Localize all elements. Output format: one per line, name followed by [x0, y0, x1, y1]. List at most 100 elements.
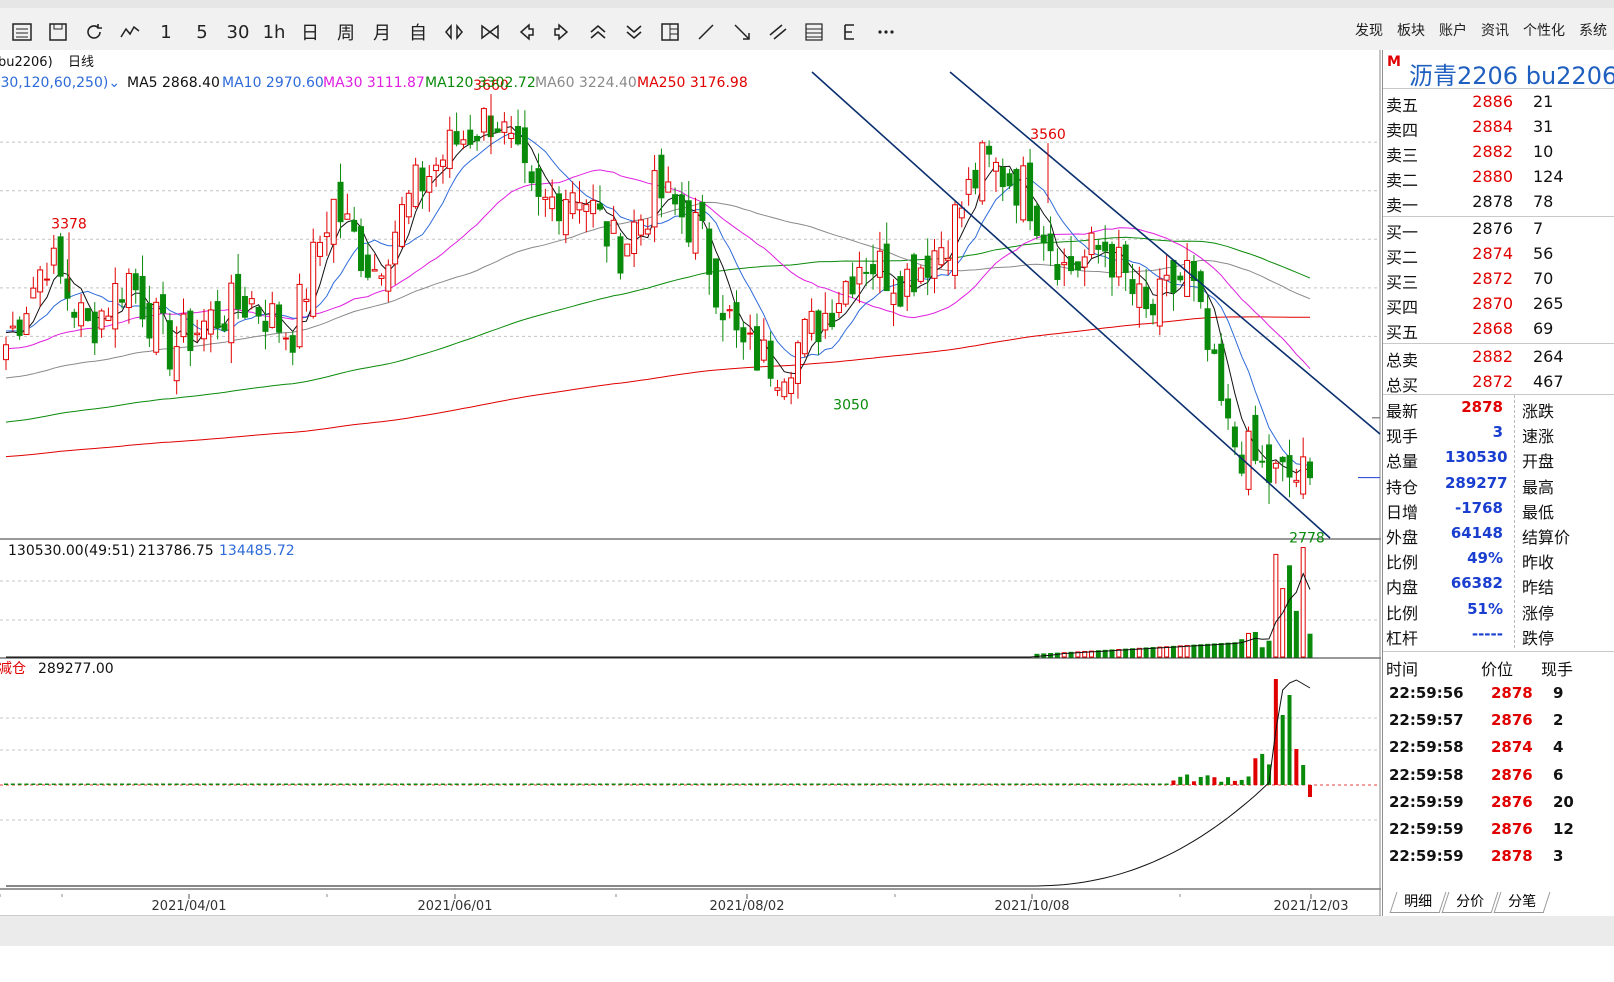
bid-row[interactable]: 买一 2876 7	[1383, 217, 1614, 242]
menu-account[interactable]: 账户	[1432, 20, 1474, 40]
candle-body	[1252, 414, 1259, 461]
candle-body	[1143, 286, 1150, 310]
ask-row[interactable]: 卖三 2882 10	[1383, 140, 1614, 165]
period-month[interactable]: 月	[364, 18, 400, 46]
menu-news[interactable]: 资讯	[1474, 20, 1516, 40]
menu-icon[interactable]	[4, 18, 40, 46]
candle-body	[1272, 462, 1279, 469]
zoom-out-icon[interactable]	[472, 18, 508, 46]
candle-body	[822, 312, 829, 331]
quote-stat-value: 66382	[1450, 574, 1503, 593]
date-tick-label: 2021/06/01	[418, 899, 493, 914]
ask-row[interactable]: 卖五 2886 21	[1383, 90, 1614, 115]
ask-row[interactable]: 卖四 2884 31	[1383, 115, 1614, 140]
chevron-up-icon[interactable]	[580, 18, 616, 46]
tab-2[interactable]: 分笔	[1493, 892, 1551, 913]
volume-ma1: 213786.75	[138, 543, 214, 559]
quote-panel: M 沥青2206 bu2206 明细 分价 分笔 卖五 2886 21 卖四 2884 31 卖…	[1382, 50, 1614, 916]
total-row[interactable]: 总买 2872 467	[1383, 370, 1614, 395]
tick-row[interactable]: 22:59:59 2878 3	[1383, 843, 1614, 870]
menu-personalize[interactable]: 个性化	[1516, 20, 1572, 40]
candle-body	[945, 257, 952, 261]
oi-bar	[17, 783, 22, 785]
refresh-icon[interactable]	[76, 18, 112, 46]
oi-bar	[147, 783, 152, 785]
zoom-in-icon[interactable]	[436, 18, 472, 46]
period-30[interactable]: 30	[220, 18, 256, 46]
quote-stat-label: 持仓	[1386, 477, 1419, 497]
total-row[interactable]: 总卖 2882 264	[1383, 345, 1614, 370]
ask-row[interactable]: 卖二 2880 124	[1383, 165, 1614, 190]
candle-body	[863, 271, 870, 274]
tick-row[interactable]: 22:59:58 2874 4	[1383, 734, 1614, 761]
parallel-tool-icon[interactable]	[760, 18, 796, 46]
market-marker: M	[1387, 54, 1401, 70]
layout-icon[interactable]	[652, 18, 688, 46]
tick-row[interactable]: 22:59:59 2876 20	[1383, 789, 1614, 816]
period-5[interactable]: 5	[184, 18, 220, 46]
oi-bar	[215, 783, 220, 785]
period-1[interactable]: 1	[148, 18, 184, 46]
period-1h[interactable]: 1h	[256, 18, 292, 46]
kline-chart[interactable]: 33783660356030502778bu2206) 日线,30,120,60,…	[0, 50, 1381, 916]
arrow-right-icon[interactable]	[544, 18, 580, 46]
oi-bar	[359, 783, 364, 785]
oi-bar	[386, 783, 391, 785]
more-icon[interactable]	[868, 18, 904, 46]
oi-bar	[1082, 783, 1087, 785]
bid-row[interactable]: 买五 2868 69	[1383, 317, 1614, 342]
period-day[interactable]: 日	[292, 18, 328, 46]
menu-system[interactable]: 系统	[1572, 20, 1614, 40]
oi-bar	[905, 783, 910, 785]
candle-body	[344, 213, 351, 220]
text-tool-icon[interactable]	[832, 18, 868, 46]
oi-bar	[1301, 765, 1306, 785]
candle-body	[1129, 279, 1136, 295]
candle-body	[139, 275, 146, 320]
oi-bar	[1034, 783, 1039, 785]
tick-row[interactable]: 22:59:56 2878 9	[1383, 680, 1614, 707]
candle-body	[904, 268, 911, 297]
ray-tool-icon[interactable]	[724, 18, 760, 46]
tick-row[interactable]: 22:59:58 2876 6	[1383, 762, 1614, 789]
tab-1[interactable]: 分价	[1441, 892, 1499, 913]
period-week[interactable]: 周	[328, 18, 364, 46]
line-tool-icon[interactable]	[688, 18, 724, 46]
quote-level-label: 卖五	[1386, 96, 1419, 115]
quote-level-price: 2876	[1472, 219, 1513, 238]
oi-bar	[925, 783, 930, 785]
quote-stat-row: 内盘 66382 昨结	[1383, 572, 1614, 597]
period-custom[interactable]: 自	[400, 18, 436, 46]
candle-body	[1095, 244, 1102, 250]
candle-body	[788, 377, 795, 394]
fib-tool-icon[interactable]	[796, 18, 832, 46]
bid-row[interactable]: 买二 2874 56	[1383, 242, 1614, 267]
tab-0[interactable]: 明细	[1389, 892, 1447, 913]
arrow-left-icon[interactable]	[508, 18, 544, 46]
ask-row[interactable]: 卖一 2878 78	[1383, 190, 1614, 215]
quote-stat-label-right: 开盘	[1522, 452, 1555, 472]
ticks-header: 时间 价位 现手	[1383, 654, 1614, 680]
oi-bar	[611, 783, 616, 785]
candle-body	[1163, 274, 1170, 281]
candle-body	[289, 335, 296, 353]
oi-bar	[475, 783, 480, 785]
quote-stat-label-right: 跌停	[1522, 628, 1555, 648]
quote-stat-label-right: 结算价	[1522, 528, 1571, 547]
price-annotation: 2778	[1289, 531, 1325, 547]
indicator-icon[interactable]	[112, 18, 148, 46]
oi-bar	[1007, 783, 1012, 785]
bid-row[interactable]: 买四 2870 265	[1383, 292, 1614, 317]
menu-discover[interactable]: 发现	[1348, 20, 1390, 40]
volume-bar	[1307, 633, 1313, 658]
oi-bar	[65, 783, 70, 785]
candle-body	[241, 295, 248, 318]
tick-row[interactable]: 22:59:59 2876 12	[1383, 816, 1614, 843]
oi-bar	[1069, 783, 1074, 785]
save-icon[interactable]	[40, 18, 76, 46]
tick-row[interactable]: 22:59:57 2876 2	[1383, 707, 1614, 734]
bid-row[interactable]: 买三 2872 70	[1383, 267, 1614, 292]
menu-sectors[interactable]: 板块	[1390, 20, 1432, 40]
symbol-label: bu2206)	[0, 55, 53, 70]
chevron-down-icon[interactable]	[616, 18, 652, 46]
